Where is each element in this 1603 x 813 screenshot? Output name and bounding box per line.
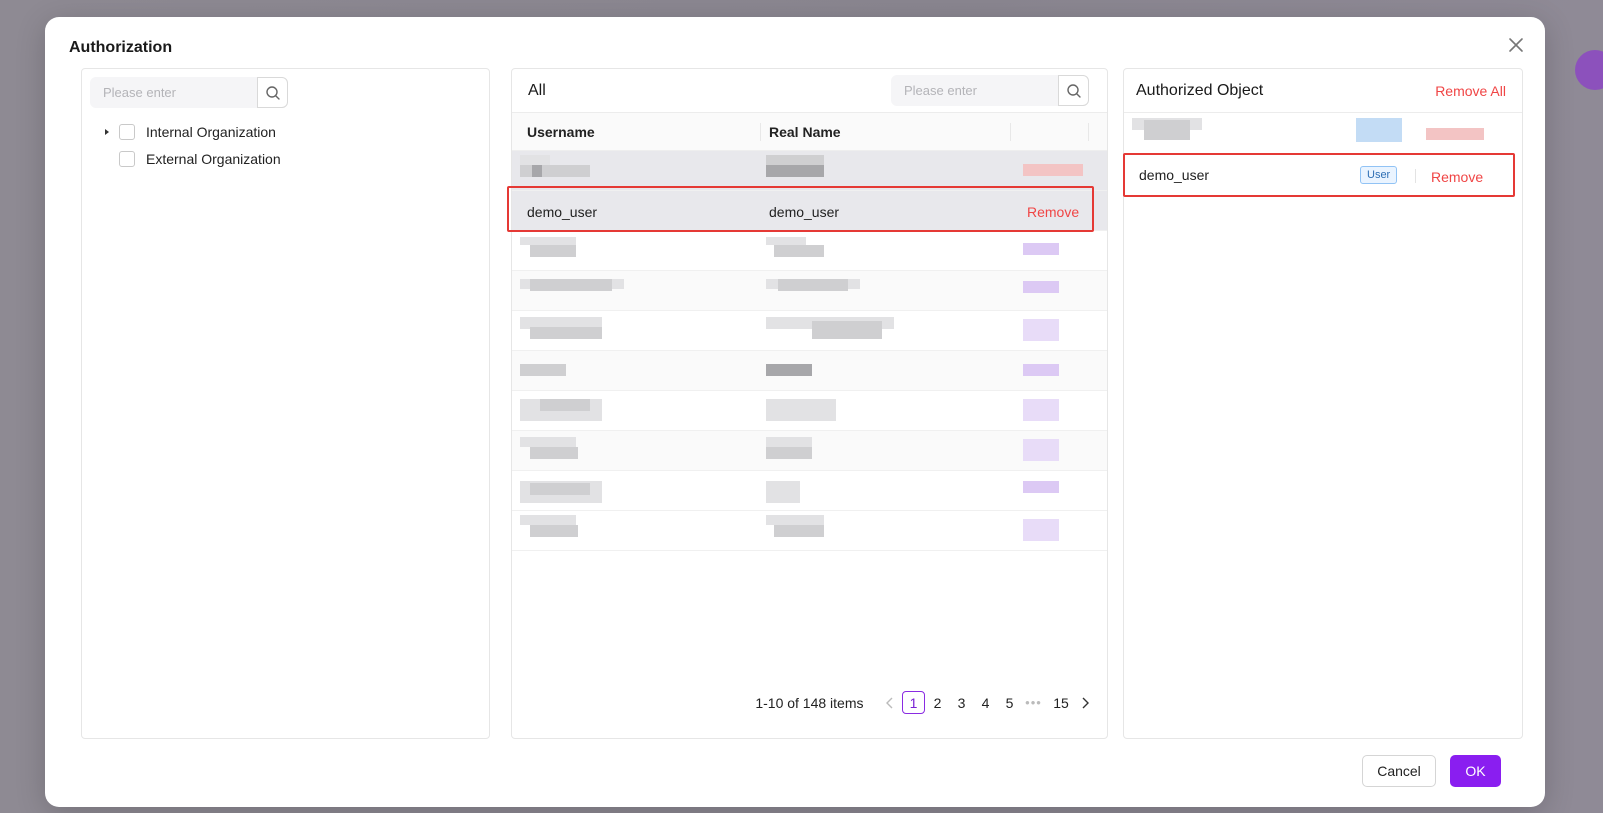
remove-user-link[interactable]: Remove	[1027, 204, 1079, 220]
close-icon[interactable]	[1507, 36, 1525, 54]
pagination-total: 1-10 of 148 items	[755, 694, 864, 711]
user-list-title: All	[528, 82, 546, 99]
organization-search	[90, 77, 288, 108]
username-cell: demo_user	[527, 204, 598, 220]
table-row[interactable]	[512, 471, 1107, 511]
user-list-header: All	[512, 69, 1107, 113]
user-type-tag: User	[1360, 166, 1398, 184]
user-list-panel: All Username Real Name	[507, 68, 1108, 739]
ok-button[interactable]: OK	[1450, 755, 1501, 787]
cancel-button[interactable]: Cancel	[1362, 755, 1436, 787]
page-2[interactable]: 2	[926, 691, 949, 714]
authorization-dialog: Authorization Internal Organization Exte…	[45, 17, 1545, 807]
page-last[interactable]: 15	[1050, 691, 1073, 714]
table-row[interactable]	[512, 271, 1107, 311]
authorized-object-title: Authorized Object	[1136, 82, 1264, 99]
organization-search-button[interactable]	[257, 77, 288, 108]
column-header-real-name: Real Name	[769, 124, 841, 140]
user-search-button[interactable]	[1058, 75, 1089, 106]
table-row[interactable]	[512, 431, 1107, 471]
page-5[interactable]: 5	[998, 691, 1021, 714]
user-search	[891, 75, 1089, 106]
checkbox[interactable]	[119, 124, 135, 140]
real-name-cell: demo_user	[769, 204, 840, 220]
table-row[interactable]	[512, 311, 1107, 351]
caret-right-icon[interactable]	[100, 125, 114, 139]
table-row[interactable]	[512, 351, 1107, 391]
page-4[interactable]: 4	[974, 691, 997, 714]
column-header-username: Username	[527, 124, 595, 140]
table-row[interactable]	[512, 391, 1107, 431]
list-item: demo_user User Remove	[1124, 155, 1522, 197]
checkbox[interactable]	[119, 151, 135, 167]
organization-panel: Internal Organization External Organizat…	[81, 68, 490, 739]
page-3[interactable]: 3	[950, 691, 973, 714]
tree-item-internal-organization[interactable]: Internal Organization	[100, 122, 276, 142]
authorized-object-panel: Authorized Object Remove All demo_user U…	[1123, 68, 1523, 739]
dialog-title: Authorization	[69, 39, 173, 56]
list-item	[1124, 114, 1522, 156]
table-row[interactable]: demo_user demo_user Remove	[512, 191, 1107, 231]
table-row[interactable]	[512, 231, 1107, 271]
chevron-left-icon[interactable]	[878, 691, 901, 714]
tree-item-label: Internal Organization	[146, 124, 276, 140]
user-table: Username Real Name demo_user demo_user R…	[512, 113, 1107, 551]
search-icon	[265, 85, 280, 100]
table-header: Username Real Name	[512, 113, 1107, 151]
search-icon	[1066, 83, 1081, 98]
chevron-right-icon[interactable]	[1074, 691, 1097, 714]
pagination: 1-10 of 148 items 1 2 3 4 5 ••• 15	[755, 691, 1097, 714]
remove-all-button[interactable]: Remove All	[1435, 83, 1506, 99]
table-row[interactable]	[512, 511, 1107, 551]
table-row[interactable]	[512, 151, 1107, 191]
user-search-input[interactable]	[891, 75, 1058, 106]
page-1[interactable]: 1	[902, 691, 925, 714]
tree-item-external-organization[interactable]: External Organization	[100, 149, 281, 169]
tree-item-label: External Organization	[146, 151, 281, 167]
authorized-object-name: demo_user	[1139, 167, 1210, 183]
remove-authorized-object-link[interactable]: Remove	[1431, 169, 1483, 185]
pagination-ellipsis[interactable]: •••	[1022, 691, 1045, 714]
authorized-object-header: Authorized Object Remove All	[1124, 69, 1522, 113]
organization-search-input[interactable]	[90, 77, 257, 108]
